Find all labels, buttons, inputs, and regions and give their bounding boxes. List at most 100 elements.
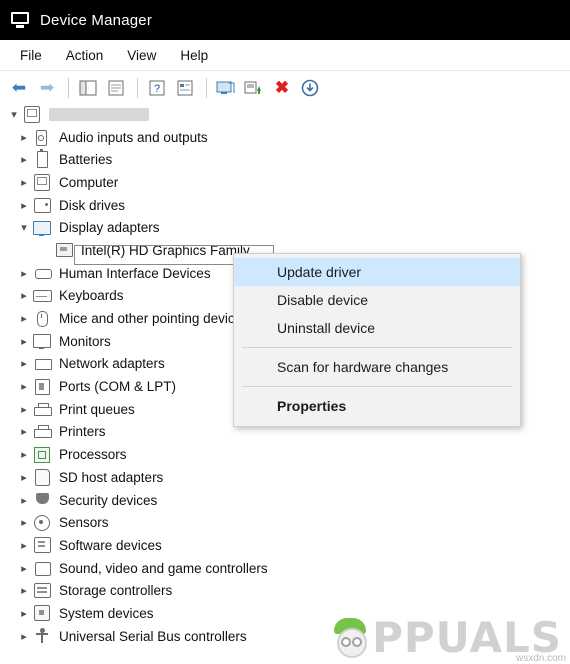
title-bar: Device Manager [0,0,570,40]
tree-item-label: Ports (COM & LPT) [59,379,177,395]
gpu-icon [54,241,74,259]
menu-help[interactable]: Help [168,44,220,67]
chevron-right-icon[interactable]: ▸ [16,494,32,507]
chevron-right-icon[interactable]: ▸ [16,289,32,302]
tree-item-label: Monitors [59,333,111,349]
toolbar: ⬅ ➡ ? ✖ [0,71,570,105]
context-menu-item-uninstall-device[interactable]: Uninstall device [234,314,520,342]
disable-device-button[interactable] [297,76,323,100]
back-button[interactable]: ⬅ [6,76,32,100]
menu-view[interactable]: View [115,44,168,67]
menu-file[interactable]: File [8,44,54,67]
battery-icon [32,148,52,169]
tree-item-label: Sensors [59,515,109,531]
context-menu-item-label: Disable device [277,292,369,308]
tree-item-display-adapters[interactable]: ▾ Display adapters [0,216,570,239]
sensor-icon [32,514,52,532]
display-adapter-icon [32,219,52,237]
chevron-down-icon[interactable]: ▾ [6,108,22,121]
context-menu-separator-2 [242,386,512,387]
usb-controller-icon [32,627,52,645]
tree-item-sd-host-adapters[interactable]: ▸ SD host adapters [0,466,570,489]
chevron-right-icon[interactable]: ▸ [16,199,32,212]
tree-item-computer[interactable]: ▸ Computer [0,171,570,194]
chevron-right-icon[interactable]: ▸ [16,176,32,189]
computer-icon [32,173,52,191]
context-menu-item-update-driver[interactable]: Update driver [234,258,520,286]
mascot-icon [330,616,370,660]
show-hide-console-tree-button[interactable] [75,76,101,100]
scan-hardware-changes-button[interactable] [213,76,239,100]
uninstall-device-button[interactable]: ✖ [269,76,295,100]
tree-item-sensors[interactable]: ▸ Sensors [0,511,570,534]
toolbar-separator-3 [206,77,207,98]
tree-item-label: Audio inputs and outputs [59,129,208,145]
chevron-down-icon[interactable]: ▾ [16,221,32,234]
tree-item-label: Computer [59,174,119,190]
tree-item-label: Mice and other pointing devices [59,311,249,327]
chevron-right-icon[interactable]: ▸ [16,630,32,643]
back-arrow-icon: ⬅ [11,78,27,97]
update-driver-button[interactable] [241,76,267,100]
chevron-right-icon[interactable]: ▸ [16,607,32,620]
context-menu-item-scan-for-hardware-changes[interactable]: Scan for hardware changes [234,353,520,381]
window-title: Device Manager [40,11,153,29]
context-menu[interactable]: Update driver Disable device Uninstall d… [233,253,521,427]
chevron-right-icon[interactable]: ▸ [16,584,32,597]
chevron-right-icon[interactable]: ▸ [16,357,32,370]
chevron-right-icon[interactable]: ▸ [16,539,32,552]
forward-button[interactable]: ➡ [34,76,60,100]
shield-icon [32,491,52,509]
tree-item-label: Disk drives [59,197,126,213]
help-button[interactable]: ? [144,76,170,100]
context-menu-item-properties[interactable]: Properties [234,392,520,420]
context-menu-item-label: Properties [277,398,347,414]
chevron-right-icon[interactable]: ▸ [16,403,32,416]
tree-item-label: Software devices [59,537,162,553]
sd-card-icon [32,468,52,486]
processor-icon [32,446,52,464]
tree-item-label: Network adapters [59,356,165,372]
tree-root[interactable]: ▾ [0,103,570,126]
chevron-right-icon[interactable]: ▸ [16,267,32,280]
printer-icon [32,400,52,418]
chevron-right-icon[interactable]: ▸ [16,471,32,484]
svg-text:?: ? [154,83,160,95]
view-devices-button[interactable] [172,76,198,100]
chevron-right-icon[interactable]: ▸ [16,131,32,144]
scan-hardware-icon [216,81,235,94]
view-devices-icon [177,80,193,95]
tree-item-label: Sound, video and game controllers [59,560,268,576]
chevron-right-icon[interactable]: ▸ [16,516,32,529]
properties-button[interactable] [103,76,129,100]
chevron-right-icon[interactable]: ▸ [16,448,32,461]
chevron-right-icon[interactable]: ▸ [16,425,32,438]
tree-item-label: Storage controllers [59,583,173,599]
port-icon [32,378,52,396]
tree-item-label: Display adapters [59,220,160,236]
context-menu-item-disable-device[interactable]: Disable device [234,286,520,314]
toolbar-separator-1 [68,77,69,98]
tree-item-sound-video-and-game-controllers[interactable]: ▸ Sound, video and game controllers [0,557,570,580]
tree-item-audio-inputs-and-outputs[interactable]: ▸ Audio inputs and outputs [0,126,570,149]
menu-bar: File Action View Help [0,40,570,71]
chevron-right-icon[interactable]: ▸ [16,562,32,575]
network-adapter-icon [32,355,52,373]
chevron-right-icon[interactable]: ▸ [16,380,32,393]
tree-item-storage-controllers[interactable]: ▸ Storage controllers [0,579,570,602]
computer-root-icon [22,105,42,123]
red-x-icon: ✖ [274,77,290,97]
tree-item-batteries[interactable]: ▸ Batteries [0,148,570,171]
tree-item-label: Processors [59,447,127,463]
tree-item-software-devices[interactable]: ▸ Software devices [0,534,570,557]
chevron-right-icon[interactable]: ▸ [16,153,32,166]
tree-item-disk-drives[interactable]: ▸ Disk drives [0,194,570,217]
menu-action[interactable]: Action [54,44,116,67]
update-driver-icon [244,81,261,94]
hid-icon [32,264,52,282]
tree-item-processors[interactable]: ▸ Processors [0,443,570,466]
chevron-right-icon[interactable]: ▸ [16,312,32,325]
chevron-right-icon[interactable]: ▸ [16,335,32,348]
tree-item-security-devices[interactable]: ▸ Security devices [0,489,570,512]
tree-item-label: Human Interface Devices [59,265,211,281]
